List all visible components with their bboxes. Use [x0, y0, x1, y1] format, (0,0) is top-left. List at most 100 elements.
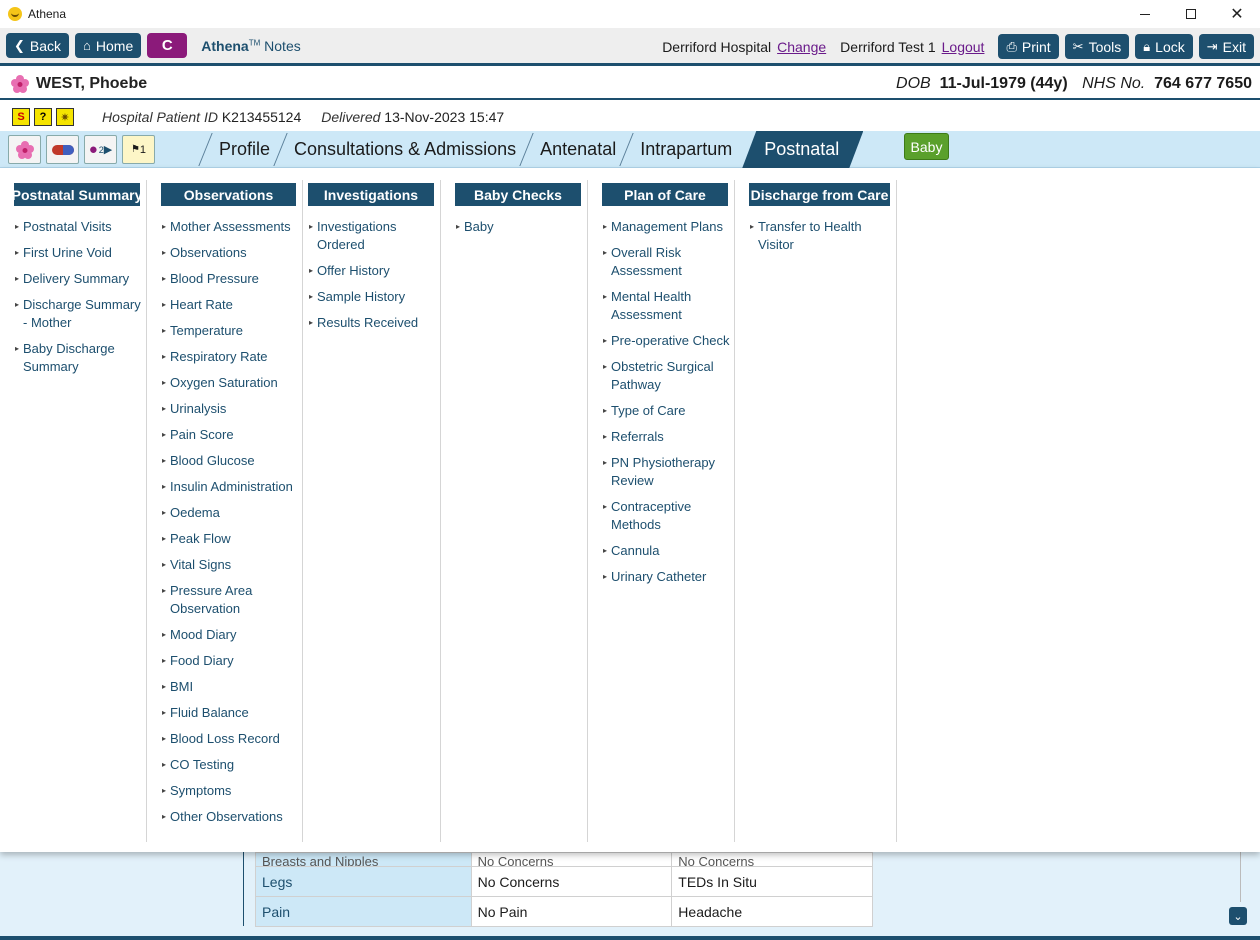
content-divider	[243, 852, 244, 926]
scroll-down-button[interactable]: ⌄	[1229, 907, 1247, 925]
exit-door-icon: ⇥	[1206, 38, 1218, 54]
back-button[interactable]: ❮ Back	[6, 33, 70, 58]
menu-item[interactable]: Food Diary	[162, 652, 302, 670]
menu-item[interactable]: Overall Risk Assessment	[603, 244, 734, 280]
menu-item[interactable]: Obstetric Surgical Pathway	[603, 358, 734, 394]
menu-list: Baby	[456, 218, 587, 236]
tab-bar: ● 2 ▶ ⚑ 1 Profile Consultations & Admiss…	[0, 131, 1260, 168]
menu-item[interactable]: First Urine Void	[15, 244, 146, 262]
tab-profile[interactable]: Profile	[205, 131, 280, 168]
menu-item[interactable]: Respiratory Rate	[162, 348, 302, 366]
title-bar: Athena ✕	[0, 0, 1260, 28]
menu-item[interactable]: Mother Assessments	[162, 218, 302, 236]
menu-item[interactable]: Investigations Ordered	[309, 218, 440, 254]
menu-item[interactable]: Results Received	[309, 314, 440, 332]
menu-item[interactable]: Management Plans	[603, 218, 734, 236]
menu-item[interactable]: Postnatal Visits	[15, 218, 146, 236]
flower-shortcut-icon[interactable]	[8, 135, 41, 164]
menu-column-investigations: Investigations Investigations Ordered Off…	[294, 180, 441, 842]
athena-logo-icon	[8, 7, 22, 21]
window-title: Athena	[28, 7, 67, 21]
toolbar-right: Derriford Hospital Change Derriford Test…	[662, 34, 1254, 59]
menu-item[interactable]: Pressure Area Observation	[162, 582, 302, 618]
pill-icon: ●	[88, 141, 98, 158]
menu-item[interactable]: PN Physiotherapy Review	[603, 454, 734, 490]
chevron-left-icon: ❮	[14, 37, 25, 53]
menu-list: Management Plans Overall Risk Assessment M…	[603, 218, 734, 586]
menu-item[interactable]: Temperature	[162, 322, 302, 340]
menu-list: Postnatal Visits First Urine Void Delivery…	[15, 218, 146, 376]
menu-item[interactable]: Symptoms	[162, 782, 302, 800]
minimize-button[interactable]	[1122, 0, 1168, 28]
menu-item[interactable]: Baby	[456, 218, 587, 236]
tab-intrapartum[interactable]: Intrapartum	[626, 131, 742, 168]
menu-heading: Investigations	[308, 183, 434, 206]
menu-item[interactable]: Observations	[162, 244, 302, 262]
baby-button[interactable]: Baby	[904, 133, 949, 160]
menu-item[interactable]: Urinalysis	[162, 400, 302, 418]
pills-queue-icon[interactable]: ● 2 ▶	[84, 135, 117, 164]
maximize-button[interactable]	[1168, 0, 1214, 28]
close-icon: ✕	[1230, 6, 1244, 23]
menu-list: Mother Assessments Observations Blood Pres…	[162, 218, 302, 826]
patient-name: WEST, Phoebe	[36, 74, 148, 92]
menu-item[interactable]: Urinary Catheter	[603, 568, 734, 586]
menu-item[interactable]: Sample History	[309, 288, 440, 306]
menu-item[interactable]: Blood Pressure	[162, 270, 302, 288]
notes-icon[interactable]: ⚑ 1	[122, 135, 155, 164]
lock-button[interactable]: 🔒︎ Lock	[1135, 34, 1193, 59]
menu-item[interactable]: CO Testing	[162, 756, 302, 774]
menu-column-discharge-from-care: Discharge from Care Transfer to Health V…	[735, 180, 897, 842]
c-button[interactable]: C	[147, 33, 188, 58]
menu-heading: Postnatal Summary	[12, 183, 142, 206]
menu-item[interactable]: Insulin Administration	[162, 478, 302, 496]
menu-item[interactable]: Transfer to Health Visitor	[750, 218, 896, 254]
tab-consultations-admissions[interactable]: Consultations & Admissions	[280, 131, 526, 168]
menu-item[interactable]: Blood Glucose	[162, 452, 302, 470]
change-hospital-link[interactable]: Change	[777, 39, 826, 55]
menu-item[interactable]: Referrals	[603, 428, 734, 446]
menu-item[interactable]: Discharge Summary - Mother	[15, 296, 146, 332]
tab-antenatal[interactable]: Antenatal	[526, 131, 626, 168]
vertical-scrollbar[interactable]	[1240, 852, 1241, 902]
virus-alert-icon[interactable]: ✷	[56, 108, 74, 126]
menu-item[interactable]: Contraceptive Methods	[603, 498, 734, 534]
user-name: Derriford Test 1	[840, 38, 936, 55]
menu-item[interactable]: BMI	[162, 678, 302, 696]
delivered-date: Delivered 13-Nov-2023 15:47	[321, 109, 505, 125]
menu-item[interactable]: Oxygen Saturation	[162, 374, 302, 392]
menu-item[interactable]: Oedema	[162, 504, 302, 522]
safeguarding-alert-icon[interactable]: S	[12, 108, 30, 126]
menu-item[interactable]: Cannula	[603, 542, 734, 560]
exit-button[interactable]: ⇥ Exit	[1198, 34, 1254, 59]
menu-item[interactable]: Vital Signs	[162, 556, 302, 574]
menu-heading: Observations	[161, 183, 296, 206]
menu-item[interactable]: Blood Loss Record	[162, 730, 302, 748]
menu-item[interactable]: Pre-operative Check	[603, 332, 734, 350]
lock-icon: 🔒︎	[1143, 38, 1151, 54]
menu-item[interactable]: Mood Diary	[162, 626, 302, 644]
menu-item[interactable]: Pain Score	[162, 426, 302, 444]
menu-item[interactable]: Mental Health Assessment	[603, 288, 734, 324]
menu-item[interactable]: Other Observations	[162, 808, 302, 826]
menu-item[interactable]: Peak Flow	[162, 530, 302, 548]
patient-identifiers: DOB 11-Jul-1979 (44y) NHS No. 764 677 76…	[896, 75, 1252, 92]
medication-capsule-icon[interactable]	[46, 135, 79, 164]
menu-item[interactable]: Heart Rate	[162, 296, 302, 314]
close-button[interactable]: ✕	[1214, 0, 1260, 28]
table-row: Legs No Concerns TEDs In Situ	[255, 866, 873, 897]
menu-item[interactable]: Baby Discharge Summary	[15, 340, 146, 376]
tools-button[interactable]: ✂ Tools	[1064, 34, 1130, 59]
menu-item[interactable]: Offer History	[309, 262, 440, 280]
print-button[interactable]: ⎙ Print	[998, 34, 1059, 59]
question-alert-icon[interactable]: ?	[34, 108, 52, 126]
logout-link[interactable]: Logout	[942, 39, 985, 55]
menu-item[interactable]: Fluid Balance	[162, 704, 302, 722]
background-content: Breasts and Nipples No Concerns No Conce…	[0, 852, 1260, 940]
home-button[interactable]: ⌂ Home	[75, 33, 142, 58]
menu-item[interactable]: Delivery Summary	[15, 270, 146, 288]
patient-dob: 11-Jul-1979 (44y)	[939, 75, 1068, 92]
tab-postnatal[interactable]: Postnatal	[742, 131, 863, 168]
maximize-icon	[1186, 9, 1196, 19]
menu-item[interactable]: Type of Care	[603, 402, 734, 420]
